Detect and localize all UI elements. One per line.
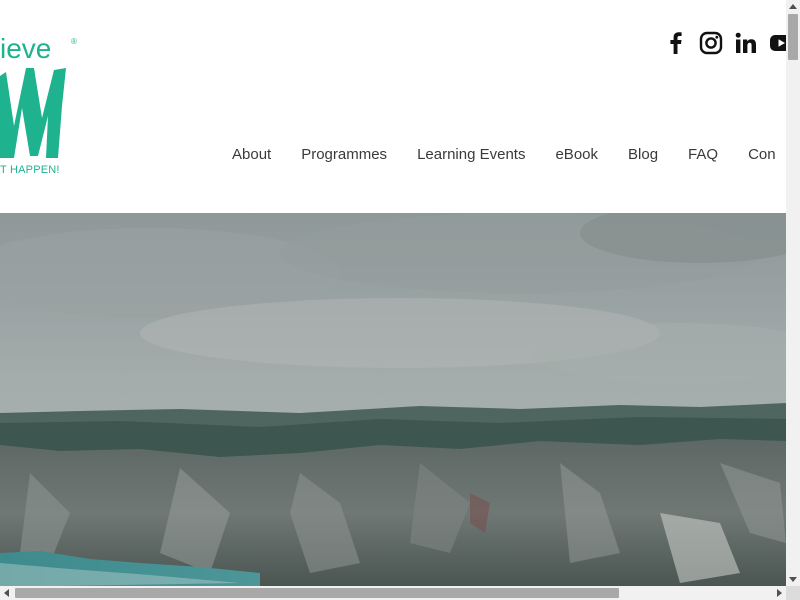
scroll-right-icon[interactable] xyxy=(777,589,782,597)
nav-item-faq[interactable]: FAQ xyxy=(688,144,718,166)
registered-mark: ® xyxy=(71,37,77,46)
scrollbar-corner xyxy=(786,586,800,600)
facebook-icon[interactable] xyxy=(664,31,688,55)
hero-image xyxy=(0,213,786,587)
scroll-up-icon[interactable] xyxy=(789,4,797,9)
social-links xyxy=(664,28,786,58)
nav-item-ebook[interactable]: eBook xyxy=(555,144,598,166)
vertical-scroll-thumb[interactable] xyxy=(788,14,798,60)
nav-item-contact[interactable]: Con xyxy=(748,144,776,166)
logo-m-icon xyxy=(0,68,66,158)
linkedin-icon[interactable] xyxy=(734,31,758,55)
nav-item-about[interactable]: About xyxy=(232,144,271,166)
logo-tagline: T HAPPEN! xyxy=(0,164,60,176)
nav-item-blog[interactable]: Blog xyxy=(628,144,658,166)
youtube-icon[interactable] xyxy=(769,31,786,55)
coastal-cliffs-illustration xyxy=(0,213,786,587)
scroll-left-icon[interactable] xyxy=(4,589,9,597)
scroll-down-icon[interactable] xyxy=(789,577,797,582)
nav-item-learning-events[interactable]: Learning Events xyxy=(417,144,525,166)
horizontal-scroll-thumb[interactable] xyxy=(15,588,619,598)
site-header: ieve ® T HAPPEN! About Programmes Learni… xyxy=(0,0,786,213)
page: ieve ® T HAPPEN! About Programmes Learni… xyxy=(0,0,800,600)
nav-item-programmes[interactable]: Programmes xyxy=(301,144,387,166)
main-nav: About Programmes Learning Events eBook B… xyxy=(232,144,786,166)
vertical-scrollbar[interactable] xyxy=(786,0,800,586)
site-logo[interactable]: ieve ® T HAPPEN! xyxy=(0,0,90,200)
horizontal-scrollbar[interactable] xyxy=(0,586,786,600)
logo-wordmark: ieve xyxy=(0,33,52,64)
instagram-icon[interactable] xyxy=(699,31,723,55)
